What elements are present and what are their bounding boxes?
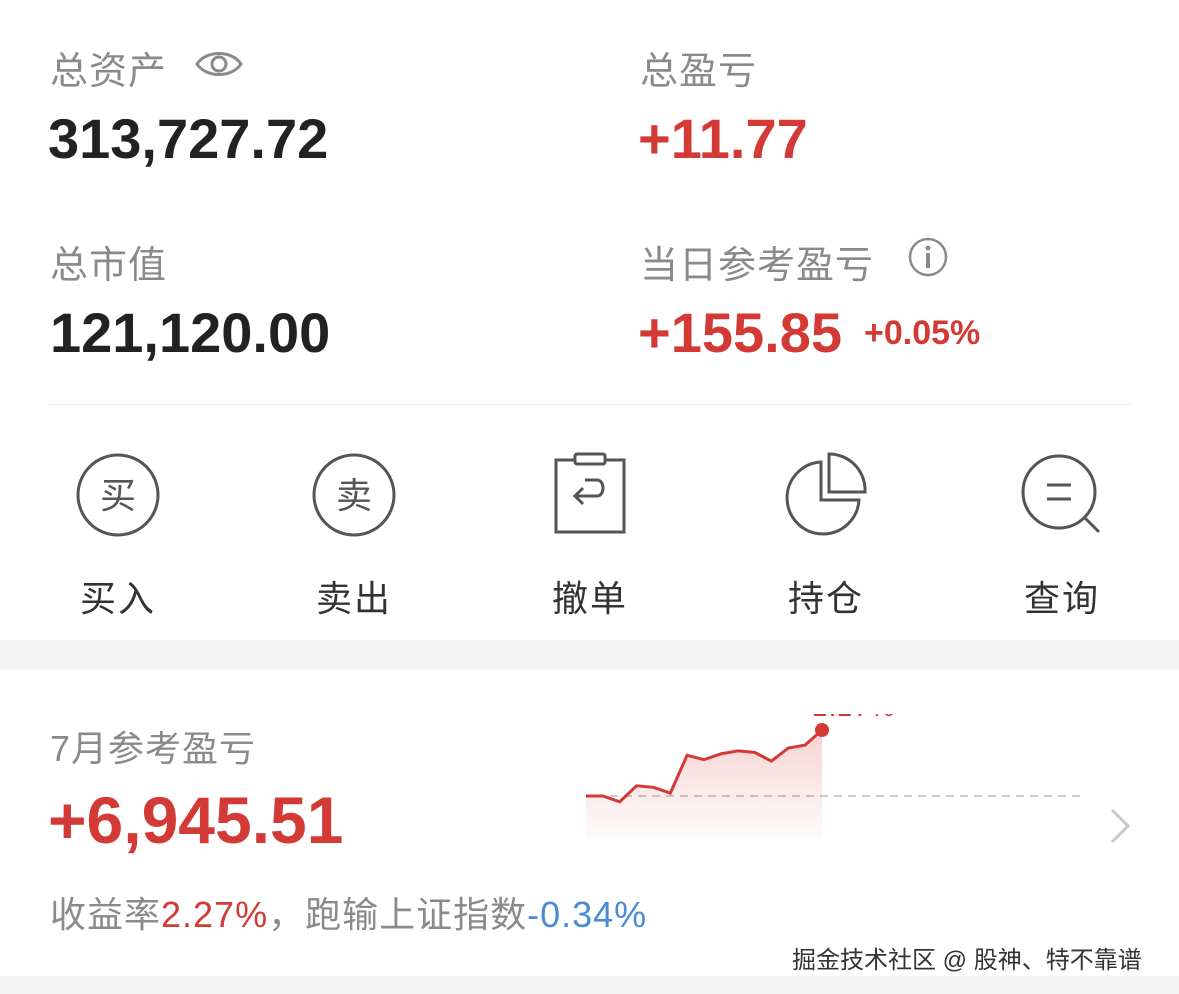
monthly-pnl-card[interactable]: 7月参考盈亏 +6,945.51 收益率2.27%，跑输上证指数-0.34% 2… bbox=[0, 670, 1179, 976]
market-value-label: 总市值 bbox=[50, 245, 168, 287]
yield-line: 收益率2.27%，跑输上证指数-0.34% bbox=[50, 886, 647, 938]
daily-pnl-value: +155.85 bbox=[638, 301, 842, 364]
yield-sep: ，跑输上证指数 bbox=[268, 894, 528, 935]
market-value-value: 121,120.00 bbox=[50, 301, 331, 364]
chevron-right-icon[interactable] bbox=[1106, 806, 1134, 846]
buy-label: 买入 bbox=[79, 578, 156, 619]
daily-pnl-pct: +0.05% bbox=[864, 314, 981, 352]
monthly-label: 7月参考盈亏 bbox=[50, 728, 257, 769]
divider bbox=[48, 404, 1130, 405]
sell-icon: 卖 bbox=[312, 453, 396, 537]
eye-icon[interactable] bbox=[194, 44, 244, 84]
sell-glyph: 卖 bbox=[336, 476, 372, 517]
cancel-order-icon bbox=[554, 452, 626, 534]
buy-glyph: 买 bbox=[100, 476, 136, 517]
sell-button[interactable]: 卖 卖出 bbox=[284, 450, 424, 622]
chart-end-label: 2.27% bbox=[812, 714, 895, 723]
info-icon[interactable] bbox=[907, 236, 949, 278]
query-button[interactable]: 查询 bbox=[992, 450, 1132, 622]
positions-button[interactable]: 持仓 bbox=[756, 450, 896, 622]
buy-icon: 买 bbox=[76, 453, 160, 537]
buy-button[interactable]: 买 买入 bbox=[48, 450, 188, 622]
total-pnl-label: 总盈亏 bbox=[640, 51, 758, 93]
total-assets-label: 总资产 bbox=[50, 51, 168, 93]
yield-value: 2.27% bbox=[161, 894, 269, 935]
chart-endpoint bbox=[815, 723, 829, 737]
section-divider-bottom bbox=[0, 976, 1179, 994]
section-divider bbox=[0, 640, 1179, 670]
cancel-order-label: 撤单 bbox=[551, 578, 628, 619]
watermark: 掘金技术社区 @ 股神、特不靠谱 bbox=[792, 947, 1142, 974]
cancel-order-button[interactable]: 撤单 bbox=[520, 450, 660, 622]
total-assets-value: 313,727.72 bbox=[48, 107, 329, 170]
total-pnl-value: +11.77 bbox=[638, 107, 808, 170]
pie-chart-icon bbox=[785, 452, 867, 536]
monthly-value: +6,945.51 bbox=[48, 783, 344, 857]
chart-area bbox=[586, 730, 822, 838]
search-icon bbox=[1021, 454, 1101, 534]
daily-pnl-label: 当日参考盈亏 bbox=[640, 245, 875, 287]
sell-label: 卖出 bbox=[315, 578, 392, 619]
query-label: 查询 bbox=[1023, 578, 1100, 619]
monthly-sparkline: 2.27% bbox=[586, 714, 1080, 838]
yield-prefix: 收益率 bbox=[50, 894, 162, 935]
index-diff: -0.34% bbox=[527, 894, 648, 935]
positions-label: 持仓 bbox=[787, 578, 864, 619]
